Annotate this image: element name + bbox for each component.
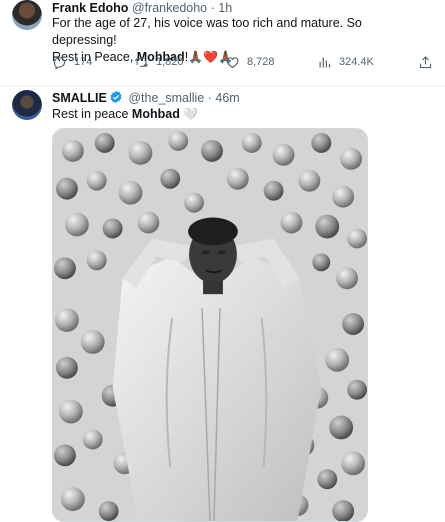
author-name[interactable]: Frank Edoho (52, 1, 128, 15)
photo-image (53, 129, 367, 521)
timestamp[interactable]: 1h (218, 1, 232, 15)
retweet-button[interactable]: 1,820 (134, 55, 225, 70)
tweet-smallie[interactable]: SMALLIE @the_smallie · 46m Rest in peace… (0, 86, 445, 522)
retweet-icon (134, 57, 149, 67)
share-button[interactable] (418, 55, 433, 70)
like-count: 8,728 (247, 56, 275, 68)
verified-badge-icon (110, 90, 122, 104)
tweet-frank-edoho[interactable]: Frank Edoho @frankedoho · 1h For the age… (0, 0, 445, 86)
like-icon (226, 56, 239, 68)
avatar[interactable] (12, 90, 42, 120)
tweet-text-line1: For the age of 27, his voice was too ric… (52, 16, 362, 47)
views-icon (319, 57, 331, 67)
author-handle[interactable]: @frankedoho (132, 1, 207, 15)
reply-button[interactable]: 174 (52, 55, 134, 70)
author-name[interactable]: SMALLIE (52, 91, 107, 105)
tweet-actions: 174 1,820 8,728 324.4K (52, 53, 433, 71)
retweet-count: 1,820 (156, 56, 184, 68)
views-button[interactable]: 324.4K (317, 55, 411, 70)
avatar[interactable] (12, 0, 42, 30)
view-count: 324.4K (339, 56, 374, 68)
tweet-photo[interactable] (52, 128, 368, 522)
tweet-header: SMALLIE @the_smallie · 46m (52, 90, 240, 106)
tweet-text: Rest in peace Mohbad 🤍 (52, 106, 429, 123)
reply-count: 174 (74, 56, 93, 68)
text-prefix: Rest in peace (52, 107, 132, 121)
reply-icon (53, 56, 66, 70)
separator: · (207, 91, 212, 105)
like-button[interactable]: 8,728 (225, 55, 317, 70)
timestamp[interactable]: 46m (215, 91, 239, 105)
author-handle[interactable]: @the_smallie (128, 91, 204, 105)
tweet-header: Frank Edoho @frankedoho · 1h (52, 0, 232, 16)
white-heart-emoji: 🤍 (183, 107, 199, 121)
separator: · (210, 1, 215, 15)
share-icon (419, 55, 432, 68)
mention-mohbad: Mohbad (131, 107, 180, 121)
